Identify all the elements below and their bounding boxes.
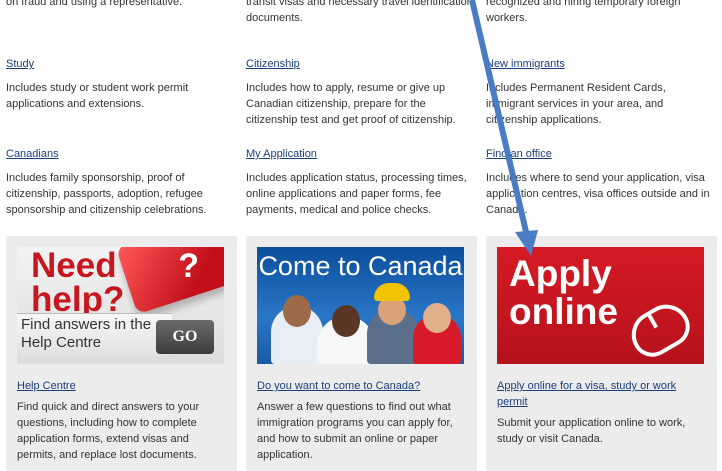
clipped-text-col2-line1: transit visas and necessary travel ident… — [246, 0, 473, 8]
canada-promo-text: Do you want to come to Canada? Answer a … — [257, 378, 469, 463]
apply-promo-text: Apply online for a visa, study or work p… — [497, 378, 709, 447]
topic-citizenship: Citizenship Includes how to apply, resum… — [246, 56, 471, 128]
help-banner-subtitle: Find answers in the Help Centre — [21, 316, 152, 351]
canada-banner-title: Come to Canada — [258, 251, 463, 281]
topic-my-application: My Application Includes application stat… — [246, 146, 471, 218]
come-to-canada-link[interactable]: Do you want to come to Canada? — [257, 378, 469, 394]
mouse-button-line — [647, 314, 658, 329]
apply-promo-desc: Submit your application online to work, … — [497, 417, 686, 445]
person-1-head — [283, 295, 311, 327]
topic-find-office-link[interactable]: Find an office — [486, 146, 711, 162]
topic-study-desc: Includes study or student work permit ap… — [6, 82, 189, 110]
topic-new-immigrants-link[interactable]: New immigrants — [486, 56, 711, 72]
topic-new-immigrants: New immigrants Includes Permanent Reside… — [486, 56, 711, 128]
canada-banner[interactable]: Come to Canada — [257, 247, 464, 364]
canada-promo-desc: Answer a few questions to find out what … — [257, 401, 453, 461]
clipped-text-col3: recognized and hiring temporary foreign … — [486, 0, 681, 24]
person-2-head — [332, 305, 360, 337]
topic-my-application-link[interactable]: My Application — [246, 146, 471, 162]
help-banner[interactable]: ? Need help? Find answers in the Help Ce… — [17, 247, 224, 364]
apply-online-link[interactable]: Apply online for a visa, study or work p… — [497, 378, 709, 410]
help-banner-strip: Find answers in the Help Centre — [17, 313, 172, 356]
topic-my-application-desc: Includes application status, processing … — [246, 172, 467, 216]
clipped-text-col2-line2: documents. — [246, 12, 303, 24]
topic-find-office-desc: Includes where to send your application,… — [486, 172, 710, 216]
topic-study: Study Includes study or student work per… — [6, 56, 231, 112]
topic-citizenship-desc: Includes how to apply, resume or give up… — [246, 82, 456, 126]
help-promo-text: Help Centre Find quick and direct answer… — [17, 378, 229, 463]
topic-study-link[interactable]: Study — [6, 56, 231, 72]
hard-hat-graphic — [374, 283, 410, 301]
apply-banner-title: Apply online — [509, 253, 618, 332]
topic-canadians-link[interactable]: Canadians — [6, 146, 231, 162]
topic-new-immigrants-desc: Includes Permanent Resident Cards, immig… — [486, 82, 666, 126]
question-mark-icon: ? — [178, 247, 199, 285]
help-promo-desc: Find quick and direct answers to your qu… — [17, 401, 200, 461]
topic-find-office: Find an office Includes where to send yo… — [486, 146, 711, 218]
go-button[interactable]: GO — [156, 320, 214, 354]
topic-canadians: Canadians Includes family sponsorship, p… — [6, 146, 231, 218]
apply-banner[interactable]: Apply online — [497, 247, 704, 364]
help-centre-link[interactable]: Help Centre — [17, 378, 229, 394]
topic-citizenship-link[interactable]: Citizenship — [246, 56, 471, 72]
help-banner-title: Need help? — [31, 247, 125, 319]
clipped-text-col1: on fraud and using a representative. — [6, 0, 183, 8]
person-4-head — [423, 303, 451, 333]
topic-canadians-desc: Includes family sponsorship, proof of ci… — [6, 172, 207, 216]
clipped-text-col2: transit visas and necessary travel ident… — [246, 0, 473, 26]
